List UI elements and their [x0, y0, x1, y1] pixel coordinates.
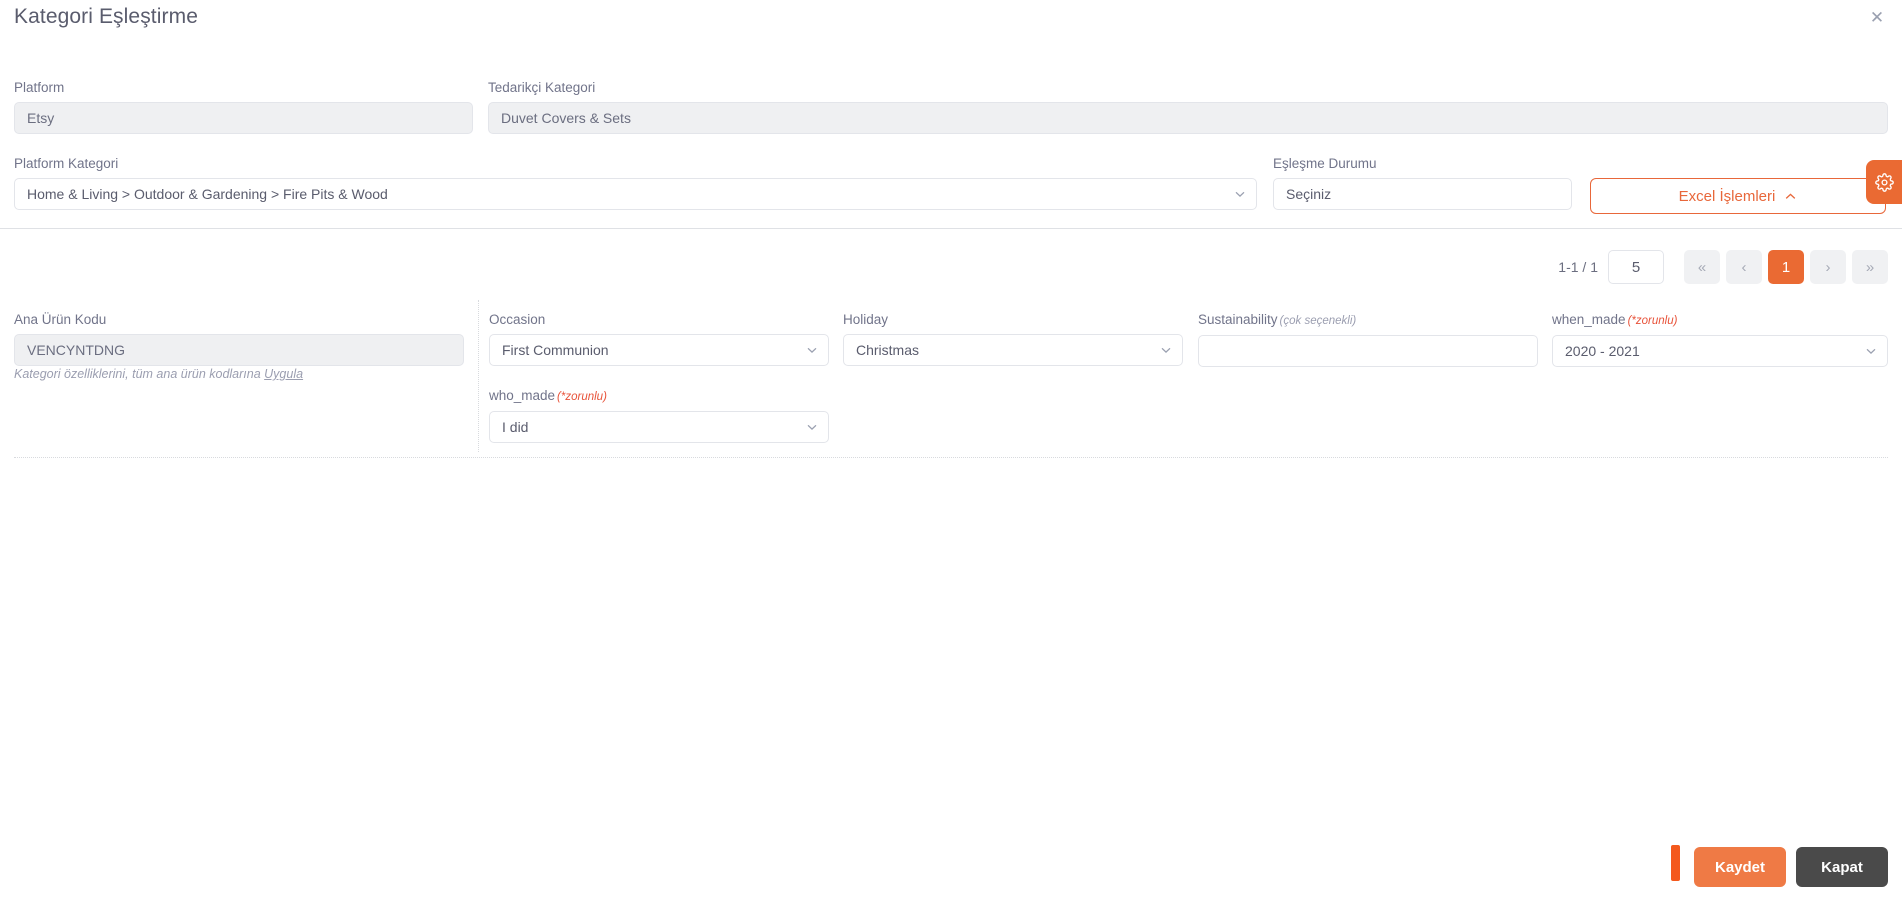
when-made-label: when_made (*zorunlu)	[1552, 312, 1888, 329]
occasion-label: Occasion	[489, 312, 546, 327]
sustainability-label: Sustainability (çok seçenekli)	[1198, 312, 1538, 329]
form-bottom-divider	[14, 457, 1888, 458]
when-made-required-hint: (*zorunlu)	[1627, 315, 1678, 327]
who-made-value: I did	[502, 418, 529, 435]
main-product-code-field: Ana Ürün Kodu VENCYNTDNG	[14, 312, 464, 367]
when-made-field: when_made (*zorunlu) 2020 - 2021	[1552, 312, 1888, 367]
supplier-category-field: Tedarikçi Kategori Duvet Covers & Sets	[488, 80, 1888, 135]
who-made-select[interactable]: I did	[489, 410, 829, 443]
supplier-category-label: Tedarikçi Kategori	[488, 80, 596, 95]
close-icon[interactable]: ✕	[1864, 4, 1890, 30]
holiday-value: Christmas	[856, 342, 920, 359]
excel-operations-button[interactable]: Excel İşlemleri	[1590, 178, 1886, 214]
main-product-code-input[interactable]: VENCYNTDNG	[14, 334, 464, 367]
vertical-divider	[478, 300, 479, 452]
who-made-label: who_made (*zorunlu)	[489, 388, 829, 405]
apply-note-text: Kategori özelliklerini, tüm ana ürün kod…	[14, 367, 265, 381]
who-made-required-hint: (*zorunlu)	[557, 391, 607, 403]
chevron-down-icon	[1865, 345, 1877, 357]
platform-field: Platform Etsy	[14, 80, 473, 135]
platform-input[interactable]: Etsy	[14, 102, 473, 135]
match-status-field: Eşleşme Durumu Seçiniz	[1273, 156, 1572, 211]
apply-note: Kategori özelliklerini, tüm ana ürün kod…	[14, 367, 303, 381]
holiday-field: Holiday Christmas	[843, 312, 1183, 367]
pagination-page-1[interactable]: 1	[1768, 250, 1804, 284]
holiday-select[interactable]: Christmas	[843, 334, 1183, 367]
platform-label: Platform	[14, 80, 65, 95]
platform-category-value: Home & Living > Outdoor & Gardening > Fi…	[27, 186, 388, 203]
pagination: 1-1 / 1 « ‹ 1 › »	[1558, 250, 1888, 284]
chevron-down-icon	[806, 421, 818, 433]
sustainability-label-text: Sustainability	[1198, 312, 1278, 327]
sustainability-hint: (çok seçenekli)	[1279, 315, 1357, 327]
when-made-select[interactable]: 2020 - 2021	[1552, 334, 1888, 367]
settings-gear-tab[interactable]	[1866, 160, 1902, 204]
platform-category-label: Platform Kategori	[14, 156, 119, 171]
occasion-value: First Communion	[502, 342, 609, 359]
who-made-label-text: who_made	[489, 388, 556, 403]
chevron-down-icon	[1234, 188, 1246, 200]
section-divider	[0, 228, 1902, 229]
pagination-next-button[interactable]: ›	[1810, 250, 1846, 284]
apply-link[interactable]: Uygula	[264, 367, 303, 381]
who-made-field: who_made (*zorunlu) I did	[489, 388, 829, 443]
page-title: Kategori Eşleştirme	[14, 5, 198, 28]
save-button[interactable]: Kaydet	[1694, 847, 1786, 887]
chevron-up-icon	[1784, 190, 1797, 203]
supplier-category-input[interactable]: Duvet Covers & Sets	[488, 102, 1888, 135]
sustainability-input[interactable]	[1198, 334, 1538, 367]
occasion-select[interactable]: First Communion	[489, 334, 829, 367]
gear-icon	[1874, 172, 1894, 192]
platform-category-select[interactable]: Home & Living > Outdoor & Gardening > Fi…	[14, 178, 1257, 211]
pagination-last-button[interactable]: »	[1852, 250, 1888, 284]
main-product-code-label: Ana Ürün Kodu	[14, 312, 107, 327]
platform-category-field: Platform Kategori Home & Living > Outdoo…	[14, 156, 1257, 211]
pagination-first-button[interactable]: «	[1684, 250, 1720, 284]
occasion-field: Occasion First Communion	[489, 312, 829, 367]
sustainability-field: Sustainability (çok seçenekli)	[1198, 312, 1538, 367]
match-status-label: Eşleşme Durumu	[1273, 156, 1377, 171]
chevron-down-icon	[1160, 344, 1172, 356]
pagination-prev-button[interactable]: ‹	[1726, 250, 1762, 284]
page-size-input[interactable]	[1608, 250, 1664, 284]
orange-marker-tab[interactable]	[1671, 845, 1680, 881]
pagination-range: 1-1 / 1	[1558, 259, 1598, 275]
excel-operations-label: Excel İşlemleri	[1678, 187, 1776, 205]
category-mapping-modal: Kategori Eşleştirme ✕ Platform Etsy Teda…	[0, 0, 1902, 913]
cancel-button[interactable]: Kapat	[1796, 847, 1888, 887]
when-made-value: 2020 - 2021	[1565, 342, 1640, 359]
chevron-down-icon	[806, 344, 818, 356]
holiday-label: Holiday	[843, 312, 889, 327]
when-made-label-text: when_made	[1552, 312, 1626, 327]
match-status-select[interactable]: Seçiniz	[1273, 178, 1572, 211]
